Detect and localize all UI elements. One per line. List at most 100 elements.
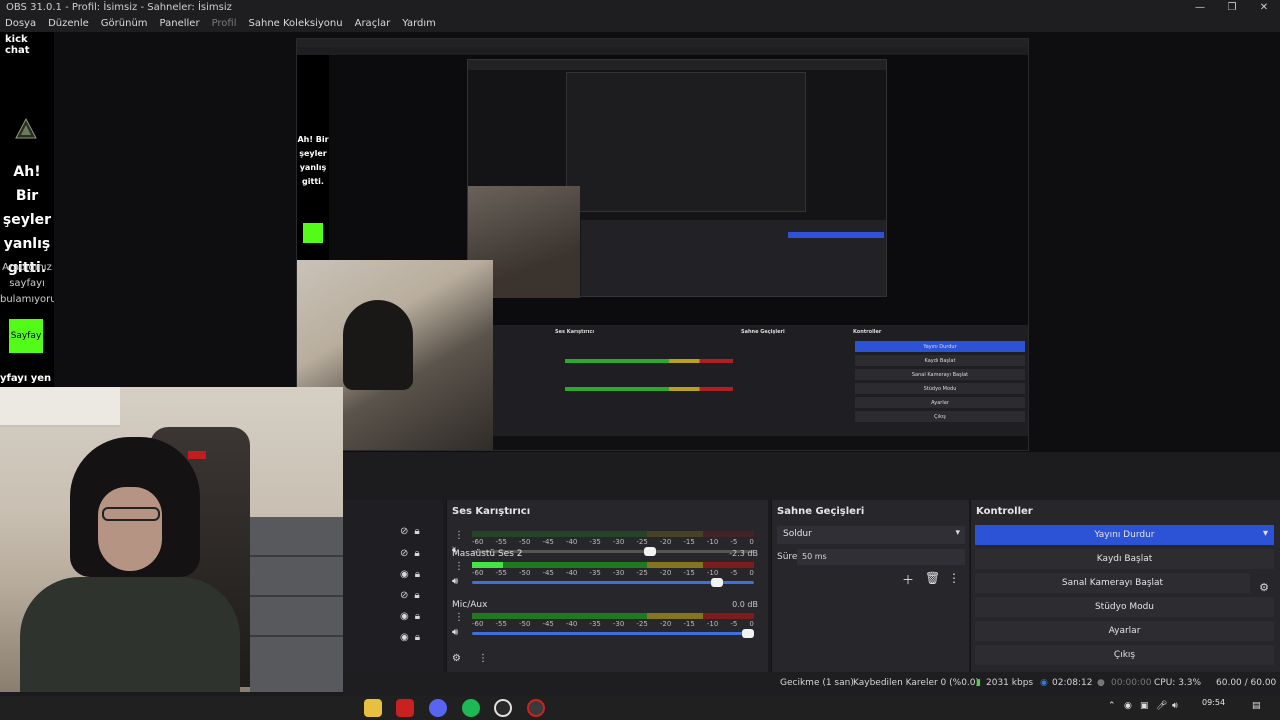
discord-icon[interactable]	[429, 699, 447, 717]
taskbar-clock[interactable]: 09:54	[1202, 698, 1225, 707]
nested-controls-title: Kontroller	[853, 329, 882, 335]
app-icon-red[interactable]	[396, 699, 414, 717]
scale-tick: -35	[589, 538, 601, 546]
studio-mode-button[interactable]: Stüdyo Modu	[975, 597, 1274, 617]
tray-app-icon[interactable]: ◉	[1124, 701, 1132, 711]
eye-icon[interactable]: ◉	[400, 569, 409, 580]
nested-meter-2	[565, 387, 733, 391]
channel-menu-icon[interactable]: ⋮	[454, 612, 464, 623]
speaker-icon[interactable]: 🔊︎	[452, 576, 458, 587]
notifications-icon[interactable]: ▤	[1252, 701, 1261, 711]
channel-db: -2.3 dB	[729, 549, 758, 558]
tray-chevron-icon[interactable]: ⌃	[1108, 701, 1116, 711]
scale-tick: -40	[565, 538, 578, 546]
volume-slider[interactable]	[472, 578, 754, 587]
bitrate-icon: ▮	[976, 678, 981, 688]
volume-knob[interactable]	[742, 629, 755, 638]
scale-tick: -5	[730, 538, 738, 546]
speaker-icon[interactable]: 🔊︎	[452, 627, 458, 638]
nested-transitions-title: Sahne Geçişleri	[741, 329, 785, 335]
status-bar: Gecikme (1 san) Kaybedilen Kareler 0 (%0…	[343, 672, 1280, 696]
status-cpu: CPU: 3.3%	[1154, 678, 1202, 688]
lock-icon[interactable]: 🔒︎	[414, 548, 419, 559]
spotify-icon[interactable]	[462, 699, 480, 717]
hidden-eye-icon[interactable]: ⊘	[400, 526, 408, 537]
person-glasses	[102, 507, 160, 521]
drawer-unit	[250, 517, 343, 692]
scale-tick: -60	[472, 620, 484, 628]
mixer-settings-icon[interactable]: ⚙	[452, 653, 461, 664]
audio-channel: Mic/Aux 0.0 dB ⋮ -60 -55 -50 -45 -40 -35 -30 -25 -2…	[452, 600, 762, 644]
lock-icon[interactable]: 🔒︎	[415, 611, 420, 622]
start-virtual-cam-button[interactable]: Sanal Kamerayı Başlat	[975, 573, 1250, 593]
transition-select[interactable]: Soldur	[777, 526, 965, 544]
transition-menu-icon[interactable]: ⋮	[948, 571, 960, 585]
tray-app2-icon[interactable]: ▣	[1140, 701, 1149, 711]
duration-input[interactable]: 50 ms	[797, 549, 965, 565]
scale-tick: -25	[636, 538, 648, 546]
meter-scale: -60 -55 -50 -45 -40 -35 -30 -25 -20 -15 -10 -5 0	[472, 620, 754, 628]
nested-chat-error: Ah! Bir şeyler yanlış gitti.	[297, 135, 329, 186]
hidden-eye-icon[interactable]: ⊘	[400, 590, 408, 601]
scale-tick: -5	[730, 569, 738, 577]
obs-icon[interactable]	[494, 699, 512, 717]
audio-mixer-title: Ses Karıştırıcı	[452, 506, 531, 517]
settings-button[interactable]: Ayarlar	[975, 621, 1274, 641]
lock-icon[interactable]: 🔒︎	[415, 569, 420, 580]
nested-inner-stop-button	[788, 232, 884, 238]
lock-icon[interactable]: 🔒︎	[414, 526, 419, 537]
mixer-menu-icon[interactable]: ⋮	[478, 653, 488, 664]
lock-icon[interactable]: 🔒︎	[414, 590, 419, 601]
close-button[interactable]: ✕	[1248, 0, 1280, 15]
nested-mixer-title: Ses Karıştırıcı	[555, 329, 595, 335]
menu-help[interactable]: Yardım	[402, 18, 436, 29]
meter-scale: -60 -55 -50 -45 -40 -35 -30 -25 -20 -15 -10 -5 0	[472, 538, 754, 546]
channel-menu-icon[interactable]: ⋮	[454, 561, 464, 572]
volume-slider[interactable]	[472, 629, 755, 638]
menu-bar: Dosya Düzenle Görünüm Paneller Profil Sa…	[0, 15, 1280, 32]
scale-tick: -10	[706, 538, 719, 546]
eye-icon[interactable]: ◉	[400, 611, 409, 622]
volume-knob[interactable]	[711, 578, 724, 587]
menu-view[interactable]: Görünüm	[101, 18, 148, 29]
hidden-eye-icon[interactable]: ⊘	[400, 548, 408, 559]
source-row-5: ◉ 🔒︎	[400, 611, 430, 622]
channel-name: Masaüstü Ses 2	[452, 549, 523, 559]
start-record-button[interactable]: Kaydı Başlat	[975, 549, 1274, 569]
lock-icon[interactable]: 🔒︎	[415, 632, 420, 643]
file-explorer-icon[interactable]	[364, 699, 382, 717]
scale-tick: -50	[518, 620, 531, 628]
delete-transition-icon[interactable]: 🗑︎	[925, 571, 940, 585]
scale-tick: -20	[659, 569, 672, 577]
nested-meter-1	[565, 359, 733, 363]
nested-taskbar	[493, 436, 1028, 450]
virtual-cam-gear-icon[interactable]: ⚙	[1254, 577, 1274, 597]
air-conditioner	[0, 387, 120, 427]
volume-icon[interactable]: 🔊︎	[1172, 701, 1178, 711]
person-face	[98, 487, 162, 571]
add-transition-icon[interactable]: ＋	[902, 571, 914, 588]
menu-file[interactable]: Dosya	[5, 18, 36, 29]
menu-profile[interactable]: Profil	[212, 18, 237, 29]
minimize-button[interactable]: —	[1184, 0, 1216, 15]
eye-icon[interactable]: ◉	[400, 632, 409, 643]
menu-edit[interactable]: Düzenle	[48, 18, 89, 29]
scale-tick: -25	[636, 569, 648, 577]
menu-scene-collection[interactable]: Sahne Koleksiyonu	[249, 18, 343, 29]
meter-level	[472, 562, 504, 568]
scale-tick: -5	[730, 620, 738, 628]
scale-tick: -40	[565, 569, 578, 577]
nested-stop-stream: Yayını Durdur	[855, 341, 1025, 352]
chat-footer-text: yfayı yen	[0, 373, 52, 384]
menu-docks[interactable]: Paneller	[160, 18, 200, 29]
menu-tools[interactable]: Araçlar	[355, 18, 391, 29]
scale-tick: -60	[472, 569, 484, 577]
recorder-icon[interactable]	[527, 699, 545, 717]
maximize-button[interactable]: ❐	[1216, 0, 1248, 15]
stop-stream-button[interactable]: Yayını Durdur	[975, 525, 1274, 545]
tray-mic-icon[interactable]: 🎤︎	[1156, 701, 1167, 711]
scale-tick: -25	[636, 620, 648, 628]
scale-tick: -50	[518, 569, 531, 577]
channel-menu-icon[interactable]: ⋮	[454, 530, 464, 541]
exit-button[interactable]: Çıkış	[975, 645, 1274, 665]
